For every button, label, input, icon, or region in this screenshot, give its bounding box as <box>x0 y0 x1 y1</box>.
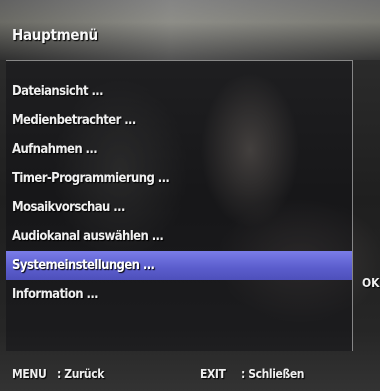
footer-back-hint: : Zurück <box>57 367 104 381</box>
menu-item-system-settings[interactable]: Systemeinstellungen ... <box>6 251 352 280</box>
menu-item-media-viewer[interactable]: Medienbetrachter ... <box>6 106 352 135</box>
footer-menu-key: MENU <box>12 367 47 381</box>
menu-item-recordings[interactable]: Aufnahmen ... <box>6 135 352 164</box>
menu-item-information[interactable]: Information ... <box>6 280 352 309</box>
footer-hint-bar: MENU : Zurück EXIT : Schließen <box>0 352 380 391</box>
main-menu-list: Dateiansicht ... Medienbetrachter ... Au… <box>6 77 352 309</box>
menu-item-file-view[interactable]: Dateiansicht ... <box>6 77 352 106</box>
footer-exit-key: EXIT <box>200 367 226 381</box>
menu-item-mosaic-preview[interactable]: Mosaikvorschau ... <box>6 193 352 222</box>
ok-hint: OK <box>362 276 380 290</box>
menu-item-timer-programming[interactable]: Timer-Programmierung ... <box>6 164 352 193</box>
menu-title: Hauptmenü <box>12 26 98 44</box>
main-menu-panel: Dateiansicht ... Medienbetrachter ... Au… <box>6 60 353 351</box>
tv-menu-screen: Hauptmenü Dateiansicht ... Medienbetrach… <box>0 0 380 391</box>
menu-item-audio-channel[interactable]: Audiokanal auswählen ... <box>6 222 352 251</box>
footer-close-hint: : Schließen <box>241 367 305 381</box>
title-bar: Hauptmenü <box>0 0 380 60</box>
